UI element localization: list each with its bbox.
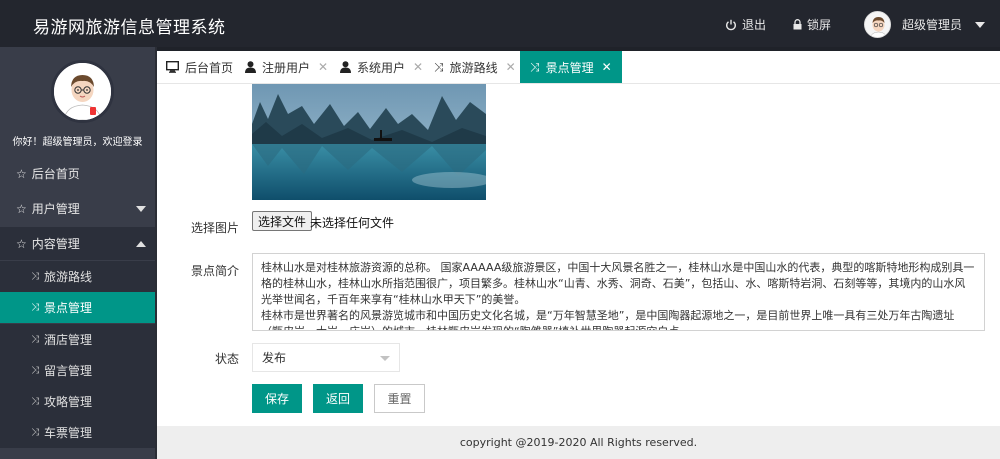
- sidebar-subitem-label: 酒店管理: [44, 333, 93, 347]
- sidebar-item-label: 内容管理: [31, 237, 80, 251]
- lock-label: 锁屏: [807, 18, 832, 32]
- user-icon: [245, 61, 256, 73]
- tab-bar: 后台首页 注册用户 ✕ 系统用户 ✕ ⤨ 旅游路线 ✕ ⤨ 景点管理 ✕: [157, 47, 1000, 84]
- shuffle-icon: ⤨: [434, 59, 444, 74]
- tab-registered-users[interactable]: 注册用户 ✕: [245, 51, 328, 83]
- sidebar-subitem-messages[interactable]: ⤨ 留言管理: [0, 355, 155, 386]
- reset-button[interactable]: 重置: [374, 384, 425, 413]
- sidebar-subitem-hotels[interactable]: ⤨ 酒店管理: [0, 324, 155, 355]
- intro-field-label: 景点简介: [190, 264, 239, 278]
- choose-file-button[interactable]: 选择文件: [252, 211, 313, 231]
- star-outline-icon: ☆: [16, 201, 27, 216]
- chevron-down-icon: [136, 205, 146, 212]
- shuffle-icon: ⤨: [31, 334, 39, 345]
- copyright-text: copyright @2019-2020 All Rights reserved…: [459, 436, 698, 449]
- chevron-down-icon: [975, 21, 986, 28]
- sidebar-avatar: [51, 60, 114, 123]
- monitor-icon: [166, 61, 179, 73]
- power-icon: [726, 19, 736, 30]
- sidebar-subitem-label: 攻略管理: [44, 395, 93, 409]
- sidebar-item-content-management[interactable]: ☆ 内容管理: [0, 227, 155, 260]
- save-button[interactable]: 保存: [252, 384, 302, 413]
- tab-dashboard[interactable]: 后台首页: [166, 51, 233, 83]
- app-title: 易游网旅游信息管理系统: [33, 18, 226, 38]
- chevron-down-icon: [380, 356, 390, 361]
- status-select[interactable]: 发布: [252, 343, 400, 372]
- avatar: [864, 11, 891, 38]
- back-button[interactable]: 返回: [313, 384, 363, 413]
- image-field-label: 选择图片: [190, 221, 239, 235]
- sidebar: 你好！超级管理员，欢迎登录 ☆ 后台首页 ☆ 用户管理 ☆ 内容管理 ⤨ 旅游路…: [0, 47, 157, 459]
- user-icon: [340, 61, 351, 73]
- shuffle-icon: ⤨: [31, 365, 39, 376]
- shuffle-icon: ⤨: [31, 302, 39, 313]
- sidebar-subitem-tickets[interactable]: ⤨ 车票管理: [0, 417, 155, 448]
- tab-travel-routes[interactable]: ⤨ 旅游路线 ✕: [434, 51, 516, 83]
- sidebar-item-user-management[interactable]: ☆ 用户管理: [0, 192, 155, 225]
- sidebar-subitem-label: 留言管理: [44, 364, 93, 378]
- star-outline-icon: ☆: [16, 236, 27, 251]
- top-header: 易游网旅游信息管理系统 退出 锁屏 超级管理员: [0, 0, 1000, 47]
- shuffle-icon: ⤨: [530, 59, 540, 74]
- close-icon[interactable]: ✕: [506, 60, 516, 74]
- file-status-text: 未选择任何文件: [310, 216, 395, 230]
- welcome-text: 你好！超级管理员，欢迎登录: [12, 137, 143, 148]
- tab-system-users[interactable]: 系统用户 ✕: [340, 51, 423, 83]
- tab-label: 景点管理: [545, 60, 594, 75]
- shuffle-icon: ⤨: [31, 396, 39, 407]
- tab-label: 系统用户: [357, 60, 406, 75]
- main-content: 选择图片 选择文件 未选择任何文件 景点简介 桂林山水是对桂林旅游资源的总称。 …: [157, 84, 1000, 426]
- sidebar-item-label: 后台首页: [31, 167, 80, 181]
- shuffle-icon: ⤨: [31, 271, 39, 282]
- user-name: 超级管理员: [902, 18, 963, 32]
- chevron-up-icon: [136, 240, 146, 247]
- close-icon[interactable]: ✕: [413, 60, 423, 74]
- sidebar-subitem-label: 景点管理: [44, 301, 93, 315]
- shuffle-icon: ⤨: [31, 427, 39, 438]
- footer: copyright @2019-2020 All Rights reserved…: [157, 426, 1000, 459]
- close-icon[interactable]: ✕: [318, 60, 328, 74]
- sidebar-subitem-label: 车票管理: [44, 426, 93, 440]
- scenic-image-preview: [252, 84, 486, 200]
- status-field-label: 状态: [214, 352, 239, 366]
- lock-icon: [793, 19, 802, 30]
- intro-textarea[interactable]: 桂林山水是对桂林旅游资源的总称。 国家AAAAA级旅游景区，中国十大风景名胜之一…: [252, 253, 985, 331]
- sidebar-item-dashboard[interactable]: ☆ 后台首页: [0, 157, 155, 190]
- sidebar-subitem-scenic-spots[interactable]: ⤨ 景点管理: [0, 292, 155, 323]
- status-select-value: 发布: [262, 351, 287, 365]
- sidebar-subitem-guides[interactable]: ⤨ 攻略管理: [0, 386, 155, 417]
- lock-screen-button[interactable]: 锁屏: [793, 16, 831, 33]
- tab-scenic-spots[interactable]: ⤨ 景点管理 ✕: [520, 51, 622, 83]
- close-icon[interactable]: ✕: [602, 60, 612, 74]
- tab-label: 后台首页: [185, 60, 234, 75]
- star-outline-icon: ☆: [16, 166, 27, 181]
- tab-label: 旅游路线: [449, 60, 498, 75]
- logout-label: 退出: [742, 18, 767, 32]
- sidebar-subitem-label: 旅游路线: [44, 270, 93, 284]
- sidebar-item-label: 用户管理: [31, 202, 80, 216]
- logout-button[interactable]: 退出: [725, 16, 766, 33]
- tab-label: 注册用户: [262, 60, 311, 75]
- user-menu[interactable]: 超级管理员: [864, 11, 986, 38]
- sidebar-subitem-routes[interactable]: ⤨ 旅游路线: [0, 261, 155, 292]
